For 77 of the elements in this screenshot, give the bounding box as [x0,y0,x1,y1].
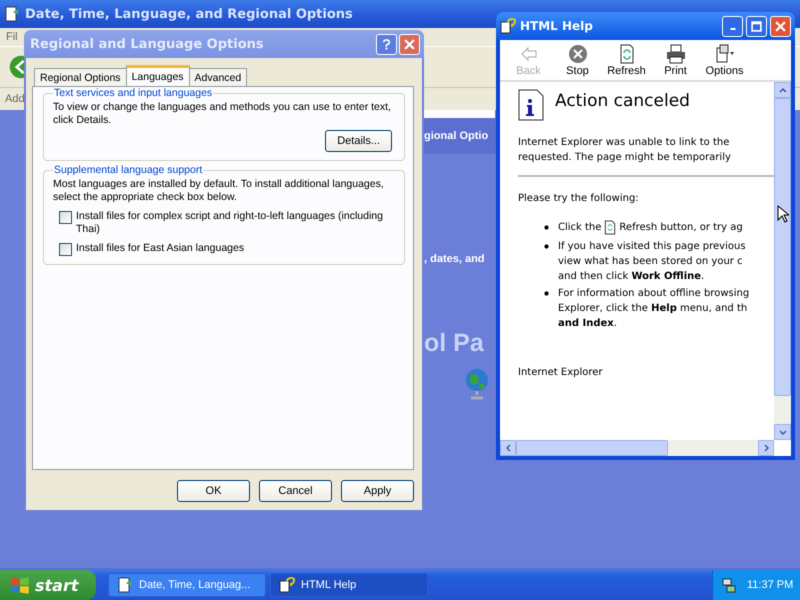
maximize-icon [751,20,762,32]
bullet-icon [544,225,549,230]
document-icon [4,6,20,22]
instructions-heading: Please try the following: [518,192,640,206]
tab[interactable]: Regional Options [34,68,127,86]
list-text: For information about offline browsing Explorer, click the Help menu, and th and Index. [558,287,750,331]
tab[interactable]: Advanced [188,68,248,86]
minimize-button[interactable] [722,16,743,36]
group-legend: Supplemental language support [53,164,204,176]
list-text: Click the [558,221,602,235]
chevron-down-icon [778,430,786,434]
scroll-right-button[interactable] [758,440,774,456]
checkbox[interactable] [59,243,72,256]
help-button[interactable] [376,34,397,54]
dialog-title: Regional and Language Options [29,36,265,52]
mouse-pointer-icon [777,205,789,223]
dialog-button[interactable]: Cancel [259,480,332,502]
horizontal-scrollbar[interactable] [500,440,774,456]
footer-text: Internet Explorer [518,366,604,380]
help-book-icon [500,18,516,34]
dialog-button[interactable]: OK [177,480,250,502]
help-book-icon [279,577,295,593]
list-text: If you have visited this page previous view what has been stored on your c and then click Work Offline. [558,240,746,284]
scroll-left-button[interactable] [500,440,516,456]
checkbox-label[interactable]: Install files for East Asian languages [76,242,244,255]
group-description: To view or change the languages and methods you can use to enter text, click Details. [53,101,392,127]
chevron-up-icon [778,88,786,92]
document-icon [117,577,133,593]
printer-icon [666,44,686,64]
maximize-button[interactable] [746,16,767,36]
refresh-icon [604,220,616,235]
bullet-icon [544,244,549,249]
details-button[interactable]: Details... [325,130,392,152]
error-message: Internet Explorer was unable to link to the requested. The page might be temporarily [518,136,732,165]
panel-heading: gional Optio [424,130,488,142]
panel-title: ol Pa [424,329,484,358]
chevron-right-icon [764,444,768,452]
menu-item[interactable]: Fil [6,31,18,43]
question-mark-icon [381,38,392,50]
dialog-button[interactable]: Apply [341,480,414,502]
windows-flag-icon [10,575,30,595]
group-description: Most languages are installed by default. To install additional languages, select the appropriate check box below. [53,178,385,204]
close-button[interactable] [399,34,420,54]
toolbar-button[interactable]: Stop [553,44,602,76]
group-legend: Text services and input languages [53,87,214,99]
stop-icon [568,44,588,64]
minimize-icon [730,28,736,30]
tab[interactable]: Languages [126,65,190,86]
toolbar-button[interactable]: Print [651,44,700,76]
taskbar-button[interactable]: HTML Help [270,573,428,597]
scroll-down-button[interactable] [774,424,791,440]
checkbox-label[interactable]: Install files for complex script and right-to-left languages (including Thai) [76,210,394,236]
window-title: Date, Time, Language, and Regional Options [25,6,353,22]
list-text: Refresh button, or try ag [619,221,743,235]
clock: 11:37 PM [747,579,794,591]
page-heading: Action canceled [555,91,690,111]
scroll-thumb[interactable] [774,98,791,396]
window-title: HTML Help [520,19,593,33]
panel-text: , dates, and [424,253,485,265]
scroll-thumb[interactable] [516,440,668,456]
toolbar-button[interactable]: Options [700,44,749,76]
scroll-up-button[interactable] [774,82,791,98]
address-label: Add [5,93,25,105]
close-icon [775,20,786,32]
taskbar-button[interactable]: Date, Time, Languag... [108,573,266,597]
network-icon[interactable] [721,577,737,593]
close-icon [404,38,415,50]
panel-header-strip [424,110,495,118]
chevron-left-icon [506,444,510,452]
bullet-icon [544,291,549,296]
options-icon [714,44,734,64]
close-button[interactable] [770,16,791,36]
checkbox[interactable] [59,211,72,224]
toolbar-button[interactable]: Refresh [602,44,651,76]
info-page-icon [518,89,544,121]
start-button[interactable]: start [0,570,96,600]
vertical-scrollbar[interactable] [774,82,791,440]
